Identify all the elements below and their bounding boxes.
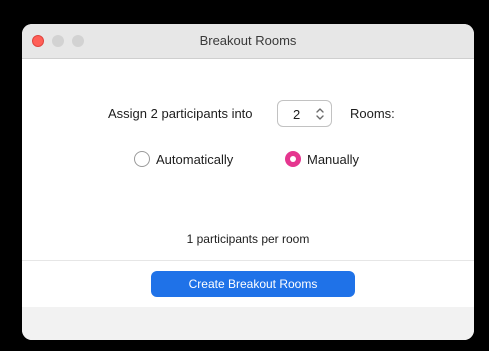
window-title: Breakout Rooms <box>199 33 297 48</box>
radio-unchecked-icon[interactable] <box>134 151 150 167</box>
divider <box>22 260 474 261</box>
manually-radio[interactable]: Manually <box>285 150 385 170</box>
assign-participants-label: Assign 2 participants into <box>108 106 253 121</box>
rooms-label: Rooms: <box>350 106 395 121</box>
radio-dot <box>290 156 296 162</box>
assignment-mode-group: Automatically Manually <box>22 150 474 170</box>
automatically-label[interactable]: Automatically <box>156 152 233 167</box>
room-count-stepper[interactable]: 2 <box>277 100 332 127</box>
create-breakout-rooms-button[interactable]: Create Breakout Rooms <box>151 271 355 297</box>
assign-row: Assign 2 participants into 2 Rooms: <box>22 100 474 128</box>
participants-per-room-text: 1 participants per room <box>186 232 310 246</box>
manually-label[interactable]: Manually <box>307 152 359 167</box>
bottom-bar <box>22 307 474 340</box>
breakout-rooms-window: Breakout Rooms Assign 2 participants int… <box>22 24 474 340</box>
radio-checked-icon[interactable] <box>285 151 301 167</box>
room-count-value[interactable]: 2 <box>293 107 300 122</box>
up-down-chevron-icon[interactable] <box>315 105 325 123</box>
title-bar: Breakout Rooms <box>22 24 474 59</box>
automatically-radio[interactable]: Automatically <box>134 150 264 170</box>
